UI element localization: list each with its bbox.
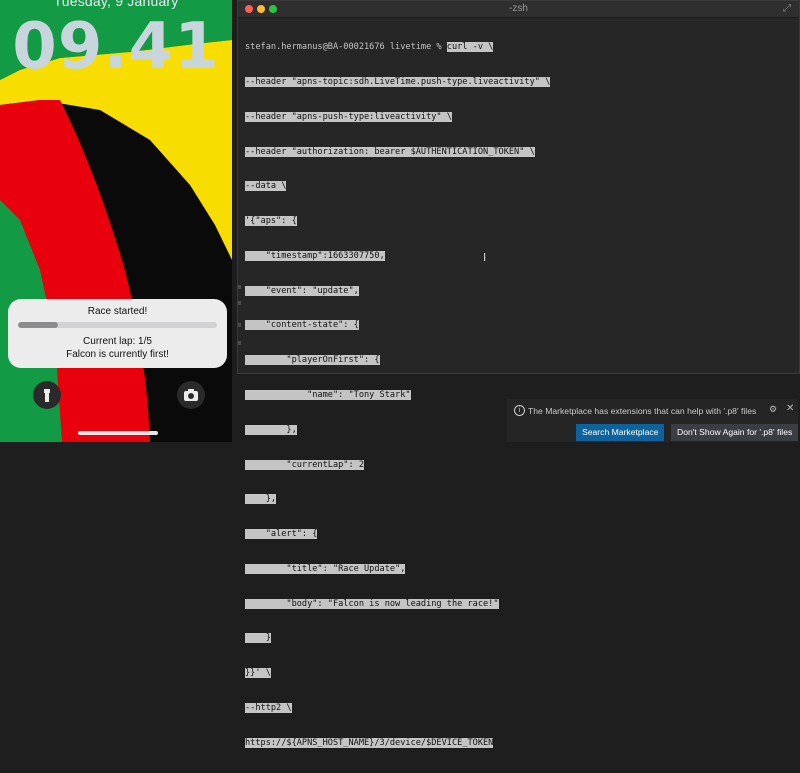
selected-text: }, bbox=[245, 494, 277, 505]
terminal-line: https://${APNS_HOST_NAME}/3/device/$DEVI… bbox=[245, 737, 795, 750]
scroll-mark bbox=[238, 341, 241, 345]
selected-text: "name": "Tony Stark" bbox=[245, 390, 411, 400]
terminal-output[interactable]: stefan.hermanus@BA-00021676 livetime % c… bbox=[245, 19, 795, 773]
terminal-line: "alert": { bbox=[245, 529, 795, 541]
flashlight-button[interactable] bbox=[33, 381, 61, 409]
selected-text: --data \ bbox=[245, 181, 287, 192]
terminal-line: "playerOnFirst": { bbox=[245, 355, 795, 367]
notification-message: The Marketplace has extensions that can … bbox=[528, 406, 757, 416]
selected-text: --header "apns-topic:sdh.LiveTime.push-t… bbox=[245, 76, 551, 87]
scroll-mark bbox=[238, 285, 241, 289]
selected-text: "playerOnFirst": { bbox=[245, 355, 380, 366]
selected-text: curl -v \ bbox=[446, 42, 494, 53]
terminal-line: --header "apns-topic:sdh.LiveTime.push-t… bbox=[245, 76, 795, 89]
phone-lock-screen: Tuesday, 9 January 09.41 Race started! C… bbox=[0, 0, 232, 442]
scroll-mark bbox=[238, 323, 241, 327]
camera-button[interactable] bbox=[177, 381, 205, 409]
selected-text: "event": "update", bbox=[245, 285, 359, 296]
marketplace-notification[interactable]: i The Marketplace has extensions that ca… bbox=[507, 399, 799, 442]
selected-text: "alert": { bbox=[245, 529, 318, 540]
terminal-line: "title": "Race Update", bbox=[245, 563, 795, 576]
live-activity-card[interactable]: Race started! Current lap: 1/5 Falcon is… bbox=[8, 299, 227, 368]
selected-text: --http2 \ bbox=[245, 703, 292, 714]
terminal-line: --http2 \ bbox=[245, 703, 795, 715]
terminal-line: stefan.hermanus@BA-00021676 livetime % c… bbox=[245, 42, 795, 54]
terminal-window[interactable]: -zsh ⤢ stefan.hermanus@BA-00021676 livet… bbox=[237, 0, 800, 748]
terminal-line: "event": "update", bbox=[245, 285, 795, 298]
terminal-line: '{"aps": { bbox=[245, 216, 795, 228]
selected-text: } bbox=[245, 633, 271, 644]
selected-text: "content-state": { bbox=[245, 320, 359, 331]
race-progress-bar bbox=[18, 322, 217, 328]
lock-time: 09.41 bbox=[12, 10, 220, 84]
selected-text: --header "authorization: bearer $AUTHENT… bbox=[245, 146, 535, 157]
lock-date: Tuesday, 9 January bbox=[53, 0, 179, 9]
text-cursor-icon: Ⅰ bbox=[483, 251, 487, 264]
home-indicator[interactable] bbox=[78, 431, 158, 435]
shell-prompt: stefan.hermanus@BA-00021676 livetime % bbox=[245, 42, 447, 53]
race-progress-fill bbox=[18, 322, 58, 328]
terminal-line: }}' \ bbox=[245, 668, 795, 680]
camera-icon bbox=[184, 389, 198, 401]
terminal-titlebar[interactable]: -zsh ⤢ bbox=[238, 1, 799, 18]
flashlight-icon bbox=[44, 389, 50, 402]
terminal-line: } bbox=[245, 633, 795, 645]
close-icon[interactable]: ✕ bbox=[786, 403, 794, 414]
selected-text: "body": "Falcon is now leading the race!… bbox=[245, 598, 499, 609]
terminal-line: "currentLap": 2 bbox=[245, 459, 795, 472]
terminal-line: }, bbox=[245, 494, 795, 506]
selected-text: "currentLap": 2 bbox=[245, 459, 364, 470]
terminal-line: --data \ bbox=[245, 181, 795, 193]
terminal-line: "body": "Falcon is now leading the race!… bbox=[245, 598, 795, 611]
selected-text: }, bbox=[245, 424, 297, 435]
search-marketplace-button[interactable]: Search Marketplace bbox=[576, 424, 665, 441]
selected-text: https://${APNS_HOST_NAME}/3/device/$DEVI… bbox=[245, 737, 494, 748]
gear-icon[interactable]: ⚙ bbox=[769, 404, 777, 415]
terminal-line: --header "authorization: bearer $AUTHENT… bbox=[245, 146, 795, 159]
dont-show-again-button[interactable]: Don't Show Again for '.p8' files bbox=[671, 424, 799, 441]
selected-text: '{"aps": { bbox=[245, 216, 297, 227]
scroll-mark bbox=[238, 301, 241, 305]
current-lap-text: Current lap: 1/5 bbox=[83, 336, 152, 347]
selected-text: "timestamp":1663307750, bbox=[245, 250, 385, 261]
terminal-line: "timestamp":1663307750, bbox=[245, 250, 795, 263]
selected-text: --header "apns-push-type:liveactivity" \ bbox=[245, 111, 452, 122]
terminal-line: --header "apns-push-type:liveactivity" \ bbox=[245, 111, 795, 124]
leader-text: Falcon is currently first! bbox=[66, 349, 169, 360]
selected-text: "title": "Race Update", bbox=[245, 563, 406, 574]
expand-icon[interactable]: ⤢ bbox=[783, 3, 791, 14]
live-activity-title: Race started! bbox=[87, 306, 148, 317]
info-icon: i bbox=[514, 405, 525, 416]
terminal-title: -zsh bbox=[509, 3, 528, 14]
selected-text: }}' \ bbox=[245, 668, 271, 679]
terminal-line: "content-state": { bbox=[245, 320, 795, 332]
